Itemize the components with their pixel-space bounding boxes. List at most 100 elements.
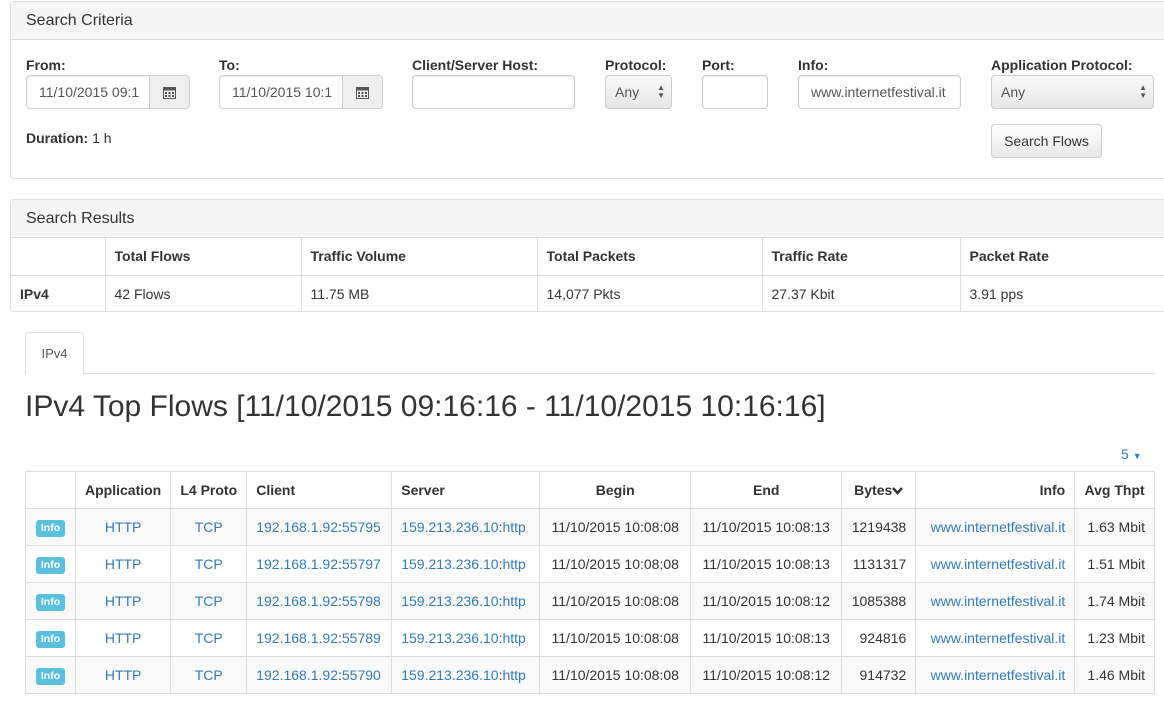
server-ip-link[interactable]: 159.213.236.10 [401, 630, 498, 646]
server-ip-link[interactable]: 159.213.236.10 [401, 593, 498, 609]
application-link[interactable]: HTTP [105, 519, 142, 535]
application-link[interactable]: HTTP [105, 630, 142, 646]
server-port-link[interactable]: http [502, 519, 525, 535]
table-row: Info HTTP TCP 192.168.1.92:55798 159.213.236… [25, 582, 1155, 620]
client-ip-link[interactable]: 192.168.1.92 [256, 519, 338, 535]
application-cell: HTTP [74, 656, 172, 694]
application-link[interactable]: HTTP [105, 593, 142, 609]
client-port-link[interactable]: 55789 [342, 630, 381, 646]
search-results-panel: Search Results Total Flows Traffic Volum… [10, 199, 1164, 312]
bytes-cell: 1131317 [841, 545, 917, 583]
client-port-link[interactable]: 55790 [342, 667, 381, 683]
client-ip-link[interactable]: 192.168.1.92 [256, 556, 338, 572]
l4-proto-cell: TCP [170, 619, 248, 657]
to-calendar-button[interactable] [343, 75, 383, 109]
end-cell: 11/10/2015 10:08:13 [690, 545, 843, 583]
server-cell: 159.213.236.10:http [391, 619, 541, 657]
tab-ipv4[interactable]: IPv4 [25, 332, 84, 375]
l4-proto-link[interactable]: TCP [195, 667, 223, 683]
l4-proto-link[interactable]: TCP [195, 630, 223, 646]
chevron-down-icon [892, 487, 904, 495]
summary-header: Packet Rate [960, 238, 1164, 276]
info-link[interactable]: www.internetfestival.it [931, 556, 1066, 572]
column-header-info[interactable]: Info [915, 471, 1076, 509]
info-link[interactable]: www.internetfestival.it [931, 519, 1066, 535]
column-header-begin[interactable]: Begin [539, 471, 692, 509]
to-date-input[interactable]: 11/10/2015 10:1 [219, 75, 343, 109]
l4-proto-link[interactable]: TCP [195, 519, 223, 535]
server-port-link[interactable]: http [502, 556, 525, 572]
info-link[interactable]: www.internetfestival.it [931, 630, 1066, 646]
info-badge[interactable]: Info [35, 630, 66, 648]
info-badge-cell: Info [25, 508, 76, 546]
server-port-link[interactable]: http [502, 667, 525, 683]
from-date-input[interactable]: 11/10/2015 09:1 [26, 75, 150, 109]
application-link[interactable]: HTTP [105, 556, 142, 572]
avg-thpt-cell: 1.74 Mbit [1074, 582, 1155, 620]
app-protocol-select[interactable]: Any ▲ ▼ [991, 75, 1154, 109]
host-label: Client/Server Host: [412, 57, 539, 73]
protocol-select[interactable]: Any ▲ ▼ [605, 75, 672, 109]
calendar-icon [163, 86, 176, 99]
duration-value: 1 h [92, 130, 112, 146]
column-header-server[interactable]: Server [391, 471, 541, 509]
client-port-link[interactable]: 55797 [342, 556, 381, 572]
host-input[interactable] [412, 75, 575, 109]
avg-thpt-cell: 1.23 Mbit [1074, 619, 1155, 657]
client-ip-link[interactable]: 192.168.1.92 [256, 667, 338, 683]
client-port-link[interactable]: 55795 [342, 519, 381, 535]
column-header-avg-thpt[interactable]: Avg Thpt [1074, 471, 1155, 509]
bytes-cell: 924816 [841, 619, 917, 657]
server-ip-link[interactable]: 159.213.236.10 [401, 667, 498, 683]
server-port-link[interactable]: http [502, 630, 525, 646]
l4-proto-cell: TCP [170, 656, 248, 694]
summary-header: Traffic Volume [301, 238, 538, 276]
flows-table: Application L4 Proto Client Server Begin… [25, 471, 1155, 694]
info-badge[interactable]: Info [35, 667, 66, 685]
info-input[interactable]: www.internetfestival.it [798, 75, 961, 109]
client-ip-link[interactable]: 192.168.1.92 [256, 593, 338, 609]
column-header-l4-proto[interactable]: L4 Proto [170, 471, 248, 509]
server-ip-link[interactable]: 159.213.236.10 [401, 556, 498, 572]
column-header-client[interactable]: Client [246, 471, 393, 509]
summary-value: 42 Flows [105, 275, 302, 312]
info-badge[interactable]: Info [35, 519, 66, 537]
info-badge[interactable]: Info [35, 556, 66, 574]
l4-proto-link[interactable]: TCP [195, 556, 223, 572]
avg-thpt-cell: 1.51 Mbit [1074, 545, 1155, 583]
column-header-end[interactable]: End [690, 471, 843, 509]
table-row: Info HTTP TCP 192.168.1.92:55797 159.213.236… [25, 545, 1155, 583]
search-flows-button[interactable]: Search Flows [991, 124, 1102, 158]
from-calendar-button[interactable] [150, 75, 190, 109]
caret-down-icon: ▼ [1132, 451, 1142, 461]
info-cell: www.internetfestival.it [915, 545, 1076, 583]
column-header-info-badge [25, 471, 76, 509]
select-arrows-icon: ▲ ▼ [657, 83, 665, 100]
l4-proto-link[interactable]: TCP [195, 593, 223, 609]
application-link[interactable]: HTTP [105, 667, 142, 683]
client-port-link[interactable]: 55798 [342, 593, 381, 609]
app-protocol-label: Application Protocol: [991, 57, 1133, 73]
table-row: Info HTTP TCP 192.168.1.92:55795 159.213.236… [25, 508, 1155, 546]
info-cell: www.internetfestival.it [915, 508, 1076, 546]
info-link[interactable]: www.internetfestival.it [931, 667, 1066, 683]
info-cell: www.internetfestival.it [915, 656, 1076, 694]
port-input[interactable] [702, 75, 768, 109]
server-ip-link[interactable]: 159.213.236.10 [401, 519, 498, 535]
server-cell: 159.213.236.10:http [391, 656, 541, 694]
info-badge-cell: Info [25, 582, 76, 620]
column-header-application[interactable]: Application [74, 471, 172, 509]
server-cell: 159.213.236.10:http [391, 545, 541, 583]
calendar-icon [356, 86, 369, 99]
client-ip-link[interactable]: 192.168.1.92 [256, 630, 338, 646]
info-badge[interactable]: Info [35, 593, 66, 611]
column-header-bytes[interactable]: Bytes [841, 471, 917, 509]
port-label: Port: [702, 57, 735, 73]
tab-bar: IPv4 [25, 332, 1155, 375]
info-cell: www.internetfestival.it [915, 619, 1076, 657]
info-link[interactable]: www.internetfestival.it [931, 593, 1066, 609]
begin-cell: 11/10/2015 10:08:08 [539, 619, 692, 657]
page-size-dropdown[interactable]: 5 ▼ [1121, 446, 1142, 462]
select-arrows-icon: ▲ ▼ [1139, 83, 1147, 100]
server-port-link[interactable]: http [502, 593, 525, 609]
